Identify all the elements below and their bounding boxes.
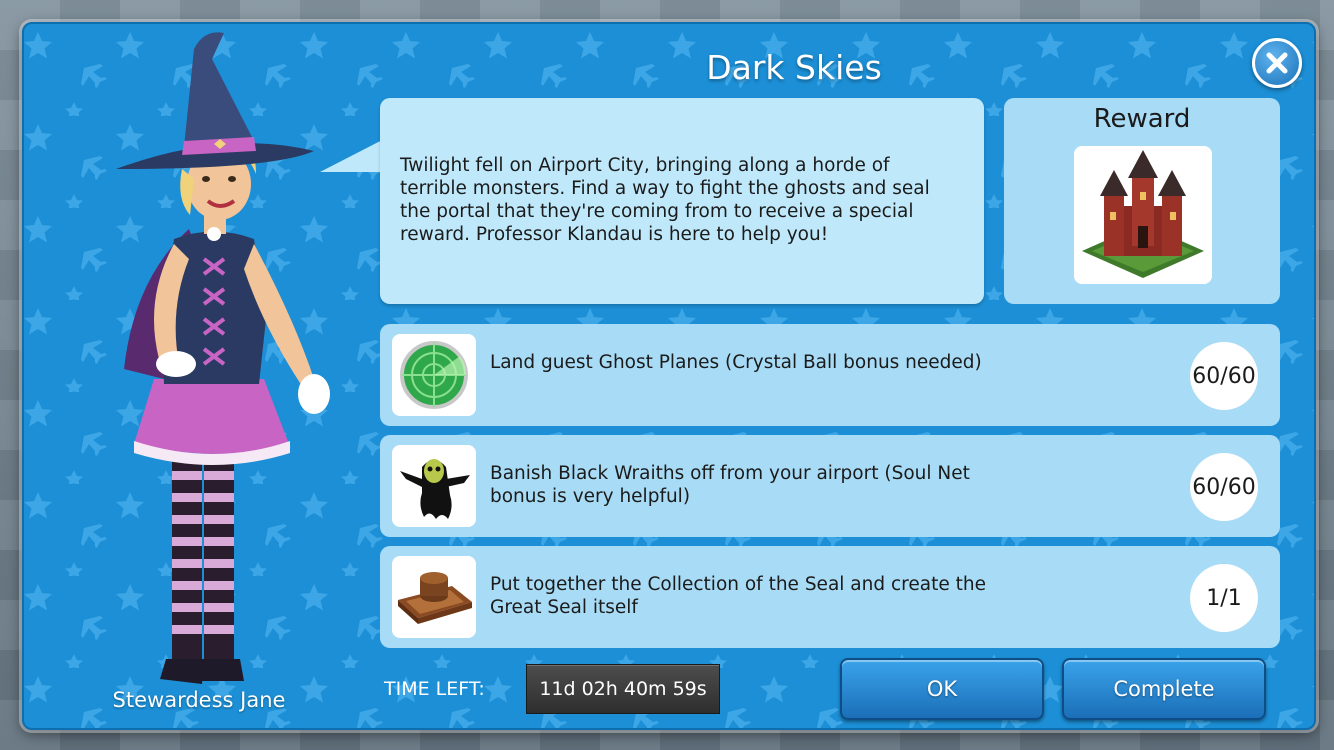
story-text: Twilight fell on Airport City, bringing … [400,155,930,245]
reward-title: Reward [1093,104,1191,134]
task-progress: 60/60 [1190,342,1258,410]
ok-button[interactable]: OK [840,658,1044,720]
task-row: Put together the Collection of the Seal … [380,546,1280,648]
countdown-timer: 11d 02h 40m 59s [526,664,720,714]
task-icon-frame [392,334,476,416]
task-description: Banish Black Wraiths off from your airpo… [490,463,970,507]
task-progress: 1/1 [1190,564,1258,632]
reward-item[interactable] [1074,146,1212,284]
task-progress: 60/60 [1190,453,1258,521]
reward-panel: Reward [1004,98,1280,304]
close-x-icon [1266,52,1288,74]
dialog-title: Dark Skies [706,48,882,87]
haunted-castle-icon [1082,150,1204,278]
task-icon-frame [392,556,476,638]
close-button[interactable] [1252,38,1302,88]
stewardess-jane-illustration [116,32,330,684]
quest-dialog: Dark Skies Stewardess Jane Twilight fell… [22,22,1316,730]
time-left-label: TIME LEFT: [384,678,485,700]
story-bubble: Twilight fell on Airport City, bringing … [380,98,984,304]
character-name: Stewardess Jane [112,688,286,712]
task-icon-frame [392,445,476,527]
task-row: Banish Black Wraiths off from your airpo… [380,435,1280,537]
great-seal-icon [398,572,472,624]
task-row: Land guest Ghost Planes (Crystal Ball bo… [380,324,1280,426]
radar-icon [400,341,468,409]
task-description: Put together the Collection of the Seal … [490,574,986,618]
complete-button[interactable]: Complete [1062,658,1266,720]
black-wraith-icon [400,459,470,519]
task-description: Land guest Ghost Planes (Crystal Ball bo… [490,352,982,373]
